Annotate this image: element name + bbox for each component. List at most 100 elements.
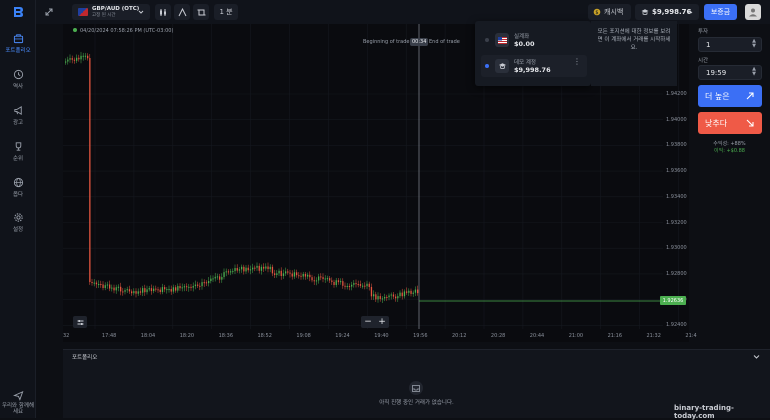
candle: [205, 282, 208, 284]
indicators-button[interactable]: [174, 4, 190, 20]
candles-group: [65, 51, 419, 303]
account-info-tooltip: 모든 포지션에 대한 정보를 보려면 이 계좌에서 거래를 시작하세요.: [591, 21, 677, 86]
sidebar-item-settings[interactable]: 설정: [0, 212, 36, 233]
collapse-icon[interactable]: [44, 7, 54, 17]
candle: [417, 289, 419, 294]
time-stepper[interactable]: ▲ ▼: [752, 67, 756, 77]
logo-icon[interactable]: [11, 6, 25, 18]
candle: [208, 281, 210, 284]
candle: [199, 285, 201, 287]
demo-account-label: 데모 계정: [514, 60, 536, 66]
candle: [386, 296, 388, 298]
candle: [76, 57, 78, 61]
zoom-in-button[interactable]: +: [378, 317, 386, 327]
candle: [260, 266, 263, 271]
clock-icon: [13, 69, 23, 80]
candle: [126, 289, 128, 291]
chevron-down-icon[interactable]: [753, 354, 760, 360]
candle: [379, 296, 381, 299]
candle: [177, 286, 179, 291]
candle: [175, 287, 177, 291]
deposit-button[interactable]: 보증금: [704, 4, 737, 20]
candle: [359, 284, 362, 286]
candle: [373, 294, 375, 297]
y-tick-label: 1.93200: [666, 219, 687, 226]
y-tick-label: 1.93000: [666, 245, 687, 252]
sliders-icon: [77, 319, 83, 325]
cashback-button[interactable]: $ 캐시백: [588, 4, 631, 20]
crop-icon: [197, 9, 205, 15]
sidebar-item-history[interactable]: 역사: [0, 69, 36, 90]
chart-settings-button[interactable]: [73, 316, 87, 328]
candle: [271, 266, 274, 274]
avatar[interactable]: [745, 4, 761, 20]
sidebar-item-promo[interactable]: 광고: [0, 105, 36, 126]
candle: [298, 275, 300, 277]
candle: [410, 290, 412, 294]
amount-stepper[interactable]: ▲ ▼: [752, 39, 756, 49]
candle: [313, 280, 315, 282]
candle: [89, 58, 91, 282]
candle: [78, 57, 80, 60]
account-dropdown: 실계좌 $0.00 데모 계정 $9,998.76 ⋮: [475, 21, 591, 86]
candle: [157, 289, 159, 291]
candle: [236, 268, 238, 271]
candlestick-icon: [159, 8, 166, 16]
candle: [133, 291, 135, 294]
more-options-icon[interactable]: ⋮: [573, 58, 581, 66]
sidebar-item-portfolio[interactable]: 포트폴리오: [0, 33, 36, 54]
svg-text:$: $: [595, 10, 598, 16]
current-price-badge: 1.92636: [660, 296, 686, 305]
demo-account-item[interactable]: 데모 계정 $9,998.76 ⋮: [481, 55, 587, 77]
time-input[interactable]: 19:59 ▲ ▼: [698, 65, 762, 80]
candle: [197, 284, 199, 286]
candle: [241, 266, 243, 270]
candle: [104, 285, 106, 288]
candle: [397, 296, 399, 299]
candle: [179, 286, 181, 289]
candle: [291, 273, 293, 277]
candle: [368, 283, 370, 287]
candle: [256, 265, 258, 268]
uk-flag-icon: [78, 8, 88, 16]
zoom-controls: − +: [361, 316, 389, 328]
lower-button[interactable]: 낮추다: [698, 112, 762, 134]
higher-button[interactable]: 더 높은: [698, 85, 762, 107]
inbox-icon: [412, 384, 420, 392]
timeframe-button[interactable]: 1 분: [214, 4, 238, 20]
candle: [337, 280, 340, 283]
real-account-item[interactable]: 실계좌 $0.00: [481, 29, 587, 51]
asset-selector[interactable]: GBP/AUD (OTC) 고정 된 시간: [72, 4, 150, 20]
briefcase-icon: [13, 34, 23, 44]
candle: [388, 295, 390, 298]
zoom-out-button[interactable]: −: [364, 317, 372, 327]
sidebar-item-market[interactable]: 옵다: [0, 177, 36, 198]
sidebar-item-help[interactable]: 우리와 함께해 세요: [0, 390, 36, 415]
candle: [139, 291, 142, 293]
real-account-label: 실계좌: [514, 34, 530, 40]
radio-icon[interactable]: [485, 38, 489, 42]
empty-state-icon: [409, 381, 423, 395]
megaphone-icon: [13, 106, 22, 115]
amount-input[interactable]: 1 ▲ ▼: [698, 37, 762, 52]
candle: [214, 276, 216, 279]
candle: [395, 296, 397, 299]
demo-account-value: $9,998.76: [514, 66, 551, 74]
candle: [280, 270, 282, 276]
candle: [348, 286, 351, 288]
candle: [153, 288, 155, 292]
arrow-up-right-icon: [746, 92, 754, 100]
candles-button[interactable]: [155, 4, 171, 20]
radio-selected-icon[interactable]: [485, 64, 489, 68]
candle: [300, 275, 302, 277]
sidebar-item-ranking[interactable]: 순위: [0, 141, 36, 162]
candle: [144, 288, 146, 293]
balance-button[interactable]: $9,998.76: [635, 4, 699, 20]
send-icon: [12, 390, 23, 401]
tools-button[interactable]: [193, 4, 209, 20]
candle: [170, 289, 172, 292]
candle: [201, 282, 203, 287]
candle: [117, 286, 120, 288]
x-tick-label: 19:24: [335, 333, 350, 339]
candle: [183, 286, 186, 288]
